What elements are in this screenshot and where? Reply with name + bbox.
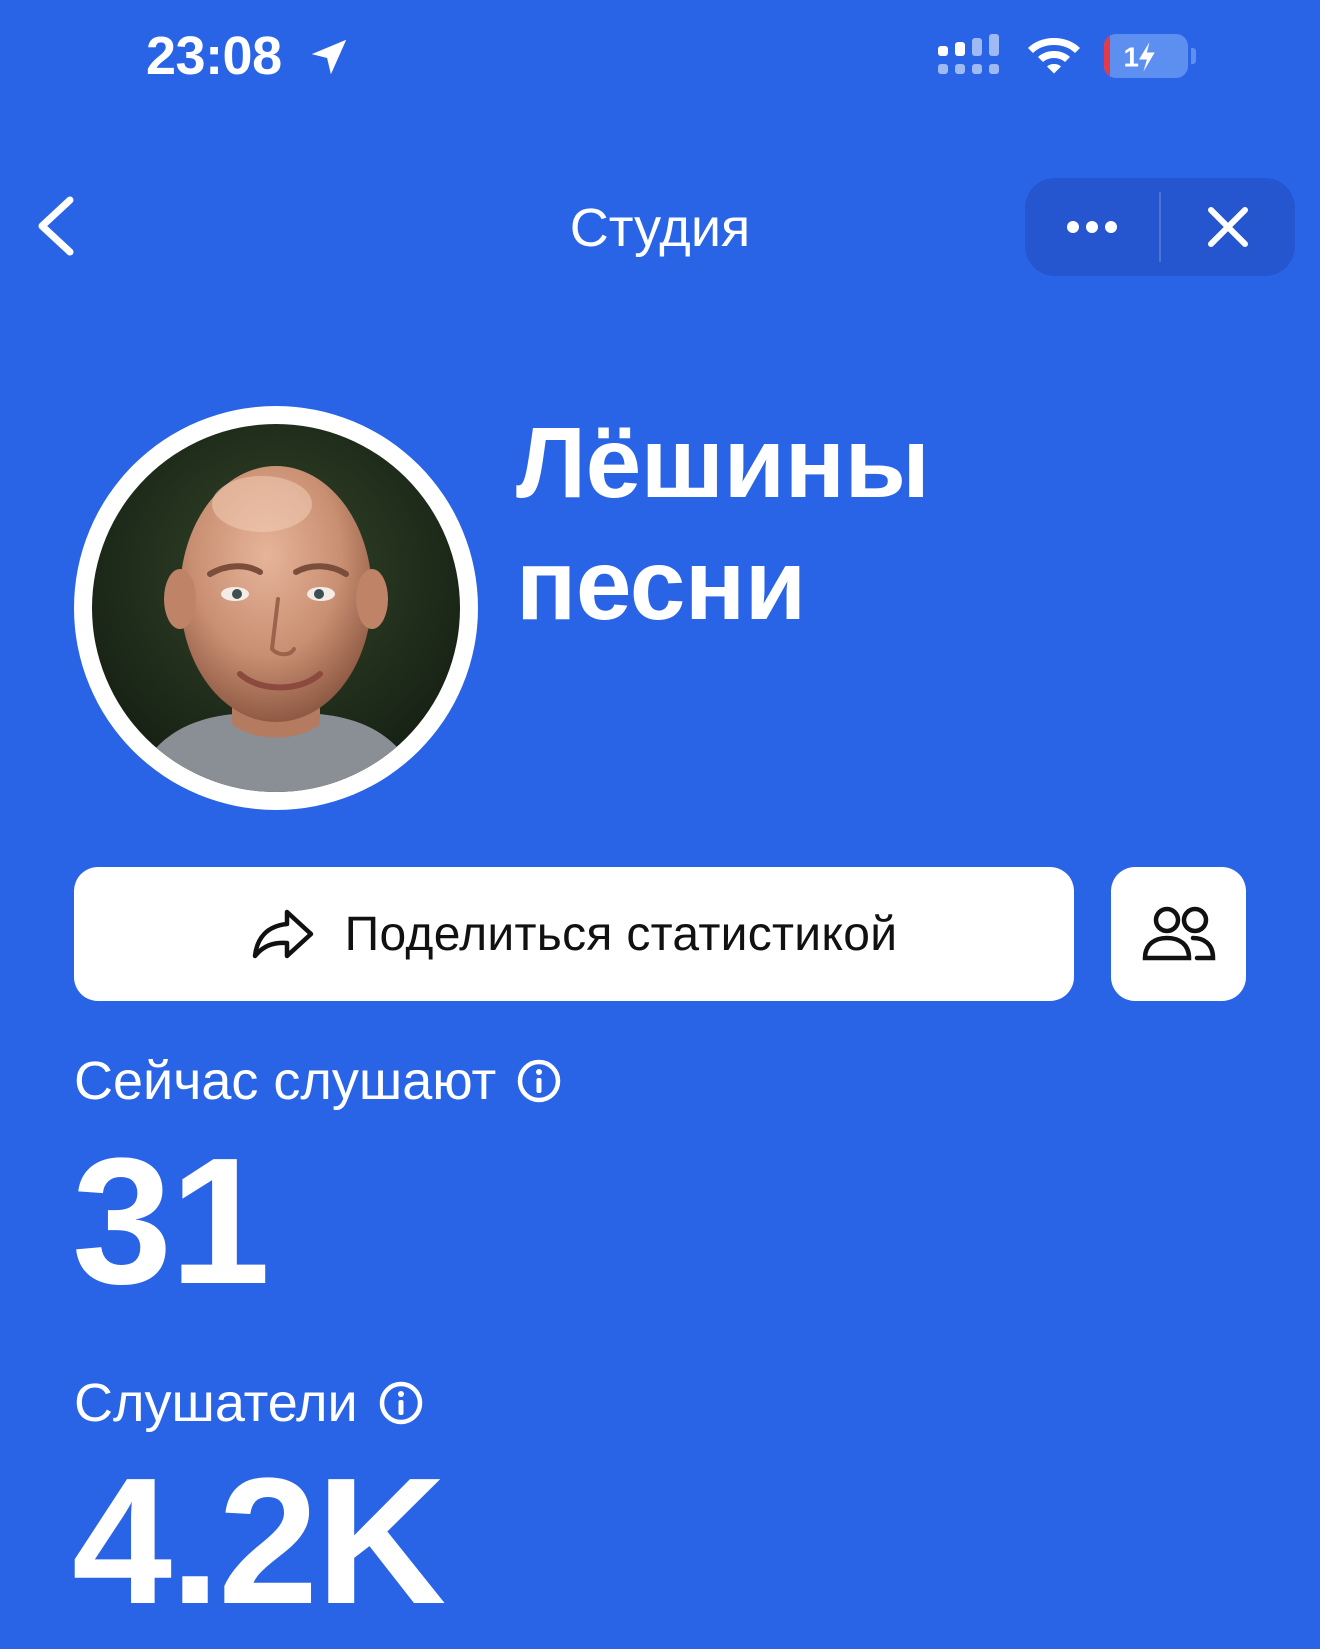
- mini-app-capsule: [1025, 178, 1295, 276]
- profile-name: Лёшины песни: [516, 407, 930, 641]
- now-listening-row: Сейчас слушают: [74, 1048, 562, 1114]
- people-icon: [1142, 906, 1215, 961]
- listeners-value: 4.2K: [72, 1441, 446, 1642]
- share-arrow-icon: [252, 909, 313, 959]
- close-icon: [1208, 207, 1248, 247]
- info-circle-icon[interactable]: [378, 1380, 424, 1426]
- svg-text:1: 1: [1123, 41, 1138, 72]
- battery-charge-glyph: 1: [1123, 41, 1155, 72]
- cellular-signal-icon: [938, 34, 999, 74]
- listeners-label: Слушатели: [74, 1373, 358, 1433]
- location-arrow-icon: [311, 39, 347, 75]
- listeners-row: Слушатели: [74, 1370, 424, 1436]
- share-stats-button[interactable]: Поделиться статистикой: [74, 867, 1074, 1001]
- more-dots-icon: [1067, 221, 1117, 233]
- now-listening-label: Сейчас слушают: [74, 1051, 497, 1111]
- battery-cap: [1191, 48, 1196, 64]
- wifi-icon: [1028, 38, 1080, 74]
- page-title: Студия: [569, 198, 751, 258]
- avatar: [74, 406, 478, 810]
- avatar-photo: [92, 424, 460, 792]
- info-circle-icon[interactable]: [516, 1058, 562, 1104]
- people-button[interactable]: [1111, 867, 1246, 1001]
- chevron-left-icon[interactable]: [30, 190, 86, 262]
- more-button[interactable]: [1025, 178, 1159, 276]
- close-button[interactable]: [1161, 178, 1295, 276]
- battery-charging-icon: 14 1: [1104, 34, 1188, 78]
- battery-indicator: 14 1: [1104, 34, 1188, 78]
- share-stats-label: Поделиться статистикой: [344, 907, 898, 961]
- avatar-portrait: [92, 424, 460, 792]
- now-listening-value: 31: [72, 1121, 270, 1322]
- status-time: 23:08: [146, 26, 282, 86]
